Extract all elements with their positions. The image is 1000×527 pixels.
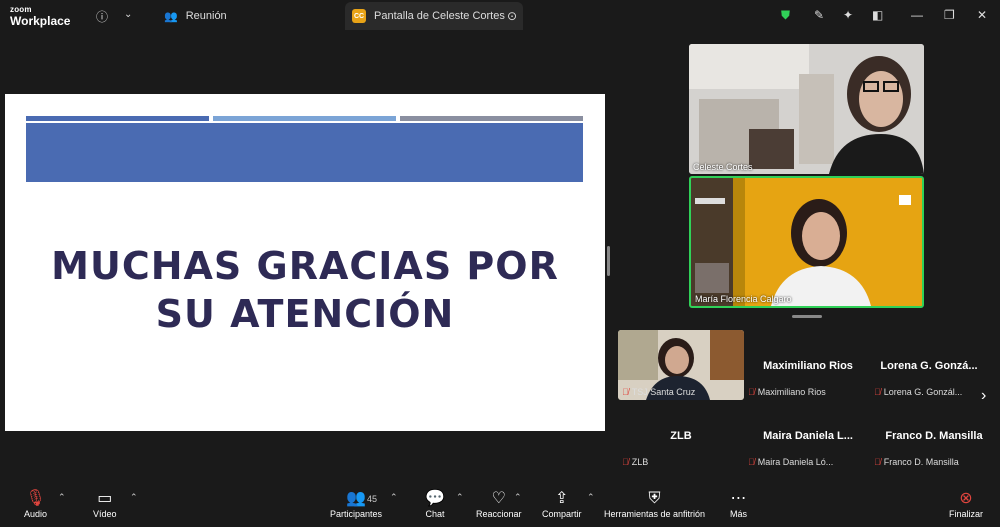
end-icon: ⊗ xyxy=(959,490,973,507)
react-label: Reaccionar xyxy=(476,509,522,519)
participants-options-caret-icon[interactable]: ⌃ xyxy=(390,492,398,503)
slide-bar-3 xyxy=(400,116,583,121)
more-button[interactable]: ⋯ Más xyxy=(730,489,747,519)
video-feed xyxy=(691,178,922,306)
share-label: Compartir xyxy=(542,509,582,519)
sparkle-icon[interactable]: ✦ xyxy=(843,8,853,22)
video-options-caret-icon[interactable]: ⌃ xyxy=(130,492,138,503)
participant-tag: 🎙̸ Franco D. Mansilla xyxy=(874,457,959,467)
audio-label: Audio xyxy=(24,509,48,519)
chat-icon: 💬 xyxy=(425,490,445,507)
mic-muted-icon: 🎙̸ xyxy=(874,387,881,397)
participants-icon: 👥 xyxy=(164,10,178,23)
participant-name: Maira Daniela L... xyxy=(763,430,853,442)
restore-icon[interactable]: ❐ xyxy=(944,8,955,22)
audio-options-caret-icon[interactable]: ⌃ xyxy=(58,492,66,503)
share-button[interactable]: ⇪ Compartir xyxy=(542,489,582,519)
info-icon[interactable]: ⓘ xyxy=(96,8,108,25)
participant-tag: 🎙̸ ZLB xyxy=(622,457,648,467)
gallery-scroll-handle[interactable] xyxy=(792,315,822,318)
participant-tag-label: Maira Daniela Ló... xyxy=(757,457,834,467)
share-options-caret-icon[interactable]: ⌃ xyxy=(587,492,595,503)
slide-title: MUCHAS GRACIAS POR SU ATENCIÓN xyxy=(5,242,605,338)
tab-meeting-label: Reunión xyxy=(185,10,227,22)
tab-avatar-badge: CC xyxy=(352,9,366,23)
video-label: Vídeo xyxy=(93,509,117,519)
heart-icon: ♡ xyxy=(491,490,506,507)
chat-button[interactable]: 💬 Chat xyxy=(425,489,445,519)
end-meeting-button[interactable]: ⊗ Finalizar xyxy=(949,489,983,519)
logo-line2: Workplace xyxy=(10,14,71,28)
tab-screen-share[interactable]: CC Pantalla de Celeste Cortes ⊙ xyxy=(345,2,523,30)
next-page-arrow-icon[interactable]: › xyxy=(981,387,986,405)
chevron-down-icon[interactable]: ⌄ xyxy=(124,9,132,20)
meeting-toolbar: 🎙 Audio ⌃ ▭ Vídeo ⌃ 👥 Participantes 45 ⌃… xyxy=(0,484,1000,527)
participants-count: 45 xyxy=(367,494,378,504)
mic-muted-icon: 🎙̸ xyxy=(622,457,629,467)
layout-icon[interactable]: ◧ xyxy=(872,8,883,22)
pen-icon[interactable]: ✎ xyxy=(814,8,824,22)
participants-label: Participantes xyxy=(330,509,383,519)
mic-muted-icon: 🎙 xyxy=(25,490,46,507)
participant-name: Franco D. Mansilla xyxy=(885,430,983,442)
video-button[interactable]: ▭ Vídeo xyxy=(93,489,117,519)
security-shield-icon[interactable]: ⛊ xyxy=(781,8,790,23)
slide-bar-1 xyxy=(26,116,209,121)
react-options-caret-icon[interactable]: ⌃ xyxy=(514,492,522,503)
participant-name: Maximiliano Rios xyxy=(763,360,853,372)
slide-title-line2: SU ATENCIÓN xyxy=(155,292,455,336)
more-icon: ⋯ xyxy=(730,490,747,507)
video-tile-celeste[interactable]: Celeste Cortes xyxy=(689,44,924,174)
mic-muted-icon: 🎙̸ xyxy=(748,457,755,467)
mic-muted-icon: 🎙̸ xyxy=(748,387,755,397)
slide-bar-2 xyxy=(213,116,396,121)
splitter-handle[interactable] xyxy=(607,246,610,276)
video-feed xyxy=(689,44,924,174)
participant-tag-label: ZLB xyxy=(631,457,649,467)
mic-muted-icon: 🎙̸ xyxy=(622,387,629,397)
more-options-icon[interactable]: ⊙ xyxy=(507,9,517,23)
shield-icon: ⛨ xyxy=(648,490,661,507)
chat-options-caret-icon[interactable]: ⌃ xyxy=(456,492,464,503)
participant-tag-label: Franco D. Mansilla xyxy=(883,457,959,467)
slide-title-line1: MUCHAS GRACIAS POR xyxy=(51,244,559,288)
minimize-icon[interactable]: — xyxy=(911,8,923,22)
participant-tag-label: Lorena G. Gonzál... xyxy=(883,387,963,397)
participant-tag: 🎙̸ Maximiliano Rios xyxy=(748,387,826,397)
close-icon[interactable]: ✕ xyxy=(977,8,987,22)
meeting-stage: MUCHAS GRACIAS POR SU ATENCIÓN Celeste C… xyxy=(0,32,1000,484)
participant-tag: 🎙̸ Lorena G. Gonzál... xyxy=(874,387,962,397)
end-label: Finalizar xyxy=(949,509,984,519)
participant-tag-label: Maximiliano Rios xyxy=(757,387,826,397)
tab-meeting[interactable]: 👥 Reunión xyxy=(158,2,233,30)
participant-tag-label: TSJ Santa Cruz xyxy=(631,387,696,397)
participant-name: Lorena G. Gonzá... xyxy=(880,360,978,372)
more-label: Más xyxy=(730,509,748,519)
camera-icon: ▭ xyxy=(97,490,113,507)
shared-slide: MUCHAS GRACIAS POR SU ATENCIÓN xyxy=(5,94,605,431)
video-name-label: María Florencia Calgaro xyxy=(695,294,792,304)
video-name-label: Celeste Cortes xyxy=(693,162,753,172)
audio-button[interactable]: 🎙 Audio xyxy=(24,489,47,519)
video-tile-maria[interactable]: María Florencia Calgaro xyxy=(689,176,924,308)
slide-banner xyxy=(26,123,583,182)
title-bar: zoom Workplace ⓘ ⌄ 👥 Reunión CC Pantalla… xyxy=(0,0,1000,32)
zoom-logo: zoom Workplace xyxy=(10,5,71,28)
tab-screen-share-label: Pantalla de Celeste Cortes xyxy=(374,10,505,22)
chat-label: Chat xyxy=(425,509,445,519)
participants-icon: 👥 xyxy=(346,490,366,507)
mic-muted-icon: 🎙̸ xyxy=(874,457,881,467)
participant-tag: 🎙̸ TSJ Santa Cruz xyxy=(622,387,695,397)
share-screen-icon: ⇪ xyxy=(555,490,569,507)
host-tools-button[interactable]: ⛨ Herramientas de anfitrión xyxy=(604,489,705,519)
host-tools-label: Herramientas de anfitrión xyxy=(604,509,706,519)
participant-name: ZLB xyxy=(670,430,692,442)
participant-tag: 🎙̸ Maira Daniela Ló... xyxy=(748,457,833,467)
